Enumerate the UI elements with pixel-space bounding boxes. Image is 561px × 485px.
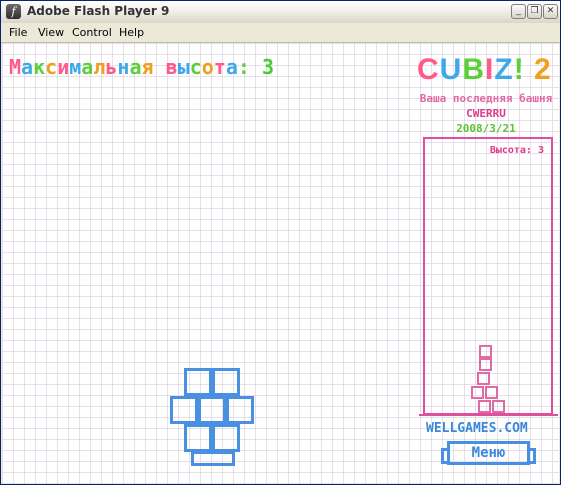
max-height-letter: М bbox=[9, 55, 22, 79]
max-height-letter: с bbox=[45, 55, 58, 79]
falling-block-base[interactable] bbox=[191, 451, 235, 466]
menu-file[interactable]: File bbox=[9, 26, 27, 39]
logo-letter bbox=[525, 53, 534, 86]
window-title: Adobe Flash Player 9 bbox=[27, 4, 170, 18]
max-height-value: 3 bbox=[261, 55, 275, 79]
max-height-letter: с bbox=[189, 55, 202, 79]
cubiz-logo: CUBIZ! 2 bbox=[417, 53, 552, 87]
menu-view[interactable]: View bbox=[38, 26, 64, 39]
tower-block bbox=[479, 358, 492, 371]
wellgames-link[interactable]: WELLGAMES.COM bbox=[426, 421, 528, 436]
title-bar[interactable]: f Adobe Flash Player 9 _ ❐ ✕ bbox=[1, 1, 560, 24]
user-name: CWERRU bbox=[466, 107, 506, 120]
max-height-letter: ь bbox=[105, 55, 118, 79]
tower-block bbox=[477, 372, 490, 385]
max-height-letter bbox=[154, 55, 166, 79]
falling-block[interactable] bbox=[226, 396, 254, 424]
menu-control[interactable]: Control bbox=[72, 26, 112, 39]
restore-button[interactable]: ❐ bbox=[527, 4, 542, 19]
max-height-letter: а bbox=[81, 55, 94, 79]
close-button[interactable]: ✕ bbox=[543, 4, 558, 19]
falling-block[interactable] bbox=[198, 396, 226, 424]
max-height-letter: а bbox=[21, 55, 34, 79]
falling-block[interactable] bbox=[184, 424, 212, 452]
tower-block bbox=[485, 386, 498, 399]
last-tower-label: Ваша последняя башня bbox=[419, 92, 553, 105]
game-stage[interactable]: Максимальная высота: 3 CUBIZ! 2 Ваша пос… bbox=[2, 43, 559, 484]
flash-player-icon: f bbox=[6, 4, 21, 19]
max-height-letter bbox=[250, 55, 262, 79]
tower-floor-line bbox=[419, 414, 558, 416]
logo-letter: C bbox=[417, 53, 440, 86]
tower-block bbox=[492, 400, 505, 413]
tower-block bbox=[471, 386, 484, 399]
max-height-letter: л bbox=[93, 55, 106, 79]
max-height-letter: ы bbox=[177, 55, 190, 79]
falling-block[interactable] bbox=[212, 368, 240, 396]
max-height-letter: м bbox=[69, 55, 82, 79]
falling-block[interactable] bbox=[212, 424, 240, 452]
max-height-letter: о bbox=[201, 55, 214, 79]
tower-height-label: Высота: 3 bbox=[489, 145, 544, 156]
max-height-letter: : bbox=[237, 55, 250, 79]
max-height-letter: в bbox=[165, 55, 178, 79]
logo-letter: B bbox=[462, 53, 486, 86]
menu-button[interactable]: Меню bbox=[441, 441, 536, 465]
max-height-label: Максимальная высота: bbox=[9, 55, 262, 79]
logo-letter: 2 bbox=[534, 53, 552, 86]
tower-block bbox=[479, 345, 492, 358]
tower-date: 2008/3/21 bbox=[456, 122, 516, 135]
max-height-letter: к bbox=[33, 55, 46, 79]
tower-block bbox=[478, 400, 491, 413]
logo-letter: Z bbox=[494, 53, 514, 86]
max-height-display: Максимальная высота: 3 bbox=[9, 55, 274, 79]
max-height-letter: а bbox=[225, 55, 238, 79]
max-height-letter: т bbox=[213, 55, 226, 79]
logo-letter: U bbox=[439, 53, 463, 86]
logo-letter: I bbox=[485, 53, 495, 86]
max-height-letter: я bbox=[141, 55, 154, 79]
minimize-button[interactable]: _ bbox=[511, 4, 526, 19]
falling-block[interactable] bbox=[184, 368, 212, 396]
max-height-letter: н bbox=[117, 55, 130, 79]
menu-bar: File View Control Help bbox=[1, 23, 560, 43]
max-height-letter: а bbox=[129, 55, 142, 79]
app-window: f Adobe Flash Player 9 _ ❐ ✕ File View C… bbox=[0, 0, 561, 485]
menu-help[interactable]: Help bbox=[119, 26, 144, 39]
max-height-letter: и bbox=[57, 55, 70, 79]
logo-letter: ! bbox=[513, 53, 525, 86]
falling-block[interactable] bbox=[170, 396, 198, 424]
